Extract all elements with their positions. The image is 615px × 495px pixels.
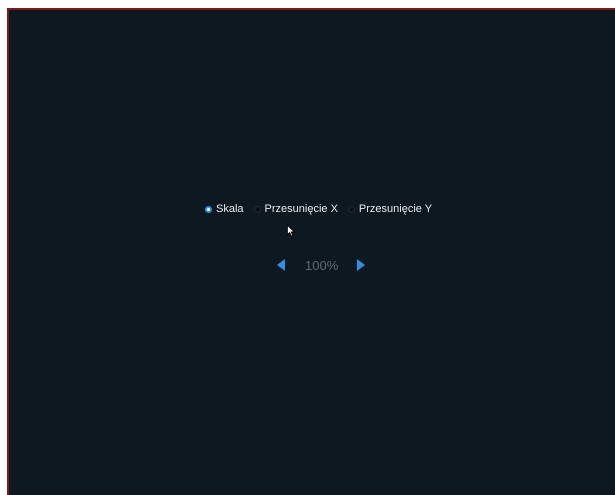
chevron-left-icon[interactable]	[277, 259, 285, 271]
value-adjuster: 100%	[277, 256, 366, 274]
radio-checked-icon	[205, 205, 212, 213]
radio-unchecked-icon	[253, 205, 261, 213]
radio-offset-x[interactable]: Przesunięcie X	[253, 203, 338, 215]
radio-scale-label: Skala	[216, 203, 244, 215]
adjust-mode-radio-group: Skala Przesunięcie X Przesunięcie Y	[205, 200, 432, 218]
mouse-pointer-icon	[287, 225, 295, 237]
radio-scale[interactable]: Skala	[205, 203, 244, 215]
display-area: Skala Przesunięcie X Przesunięcie Y 100%	[7, 8, 615, 495]
radio-offset-y[interactable]: Przesunięcie Y	[347, 203, 433, 215]
radio-unchecked-icon	[347, 205, 355, 213]
radio-offset-y-label: Przesunięcie Y	[358, 203, 433, 215]
value-display: 100%	[305, 257, 339, 273]
radio-offset-x-label: Przesunięcie X	[264, 203, 338, 215]
chevron-right-icon[interactable]	[357, 259, 366, 271]
